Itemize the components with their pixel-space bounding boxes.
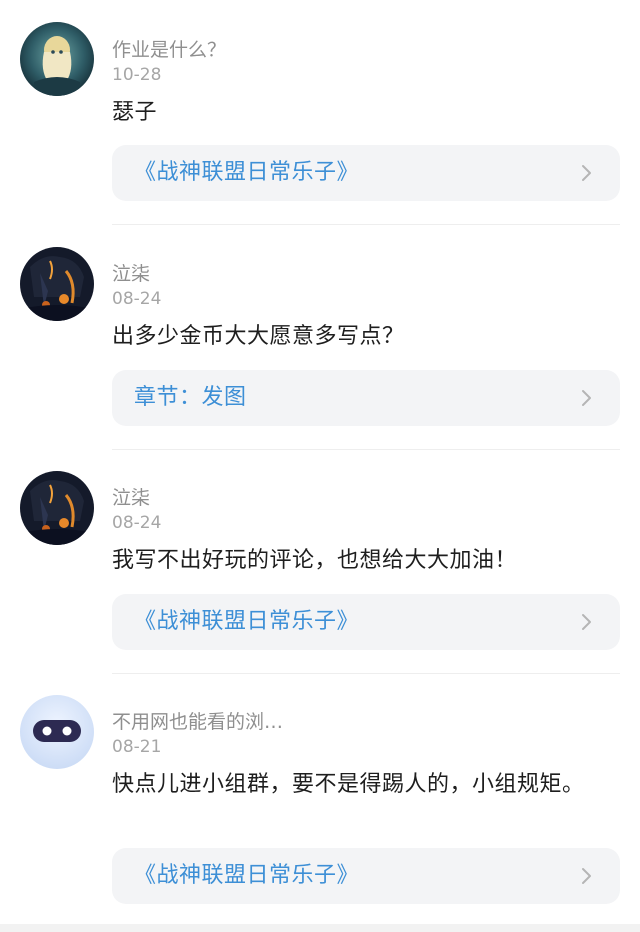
reference-card[interactable]: 《战神联盟日常乐子》 [112,848,620,904]
chevron-right-icon [582,614,591,630]
avatar[interactable] [20,247,94,321]
comment-date: 08-21 [112,737,162,757]
username[interactable]: 不用网也能看的浏… [112,710,283,734]
reference-label: 《战神联盟日常乐子》 [134,863,360,888]
comment-date: 10-28 [112,65,162,85]
reference-card[interactable]: 章节：发图 [112,370,620,426]
avatar[interactable] [20,471,94,545]
reference-card[interactable]: 《战神联盟日常乐子》 [112,145,620,201]
reference-label: 《战神联盟日常乐子》 [134,160,360,185]
comment-date: 08-24 [112,289,162,309]
comment-text: 快点儿进小组群，要不是得踢人的，小组规矩。 [112,772,585,797]
chevron-right-icon [582,165,591,181]
chevron-right-icon [582,390,591,406]
comment-date: 08-24 [112,513,162,533]
avatar[interactable] [20,695,94,769]
chevron-right-icon [582,868,591,884]
username[interactable]: 泣柒 [112,486,150,510]
divider [112,449,620,450]
reference-card[interactable]: 《战神联盟日常乐子》 [112,594,620,650]
divider [112,673,620,674]
divider [112,224,620,225]
comment-text: 出多少金币大大愿意多写点？ [112,324,405,349]
reference-label: 《战神联盟日常乐子》 [134,609,360,634]
comment-text: 瑟子 [112,100,158,125]
bottom-separator [0,924,640,932]
avatar[interactable] [20,22,94,96]
comment-text: 我写不出好玩的评论，也想给大大加油！ [112,548,518,573]
username[interactable]: 作业是什么？ [112,38,226,62]
reference-label: 章节：发图 [134,385,247,410]
username[interactable]: 泣柒 [112,262,150,286]
